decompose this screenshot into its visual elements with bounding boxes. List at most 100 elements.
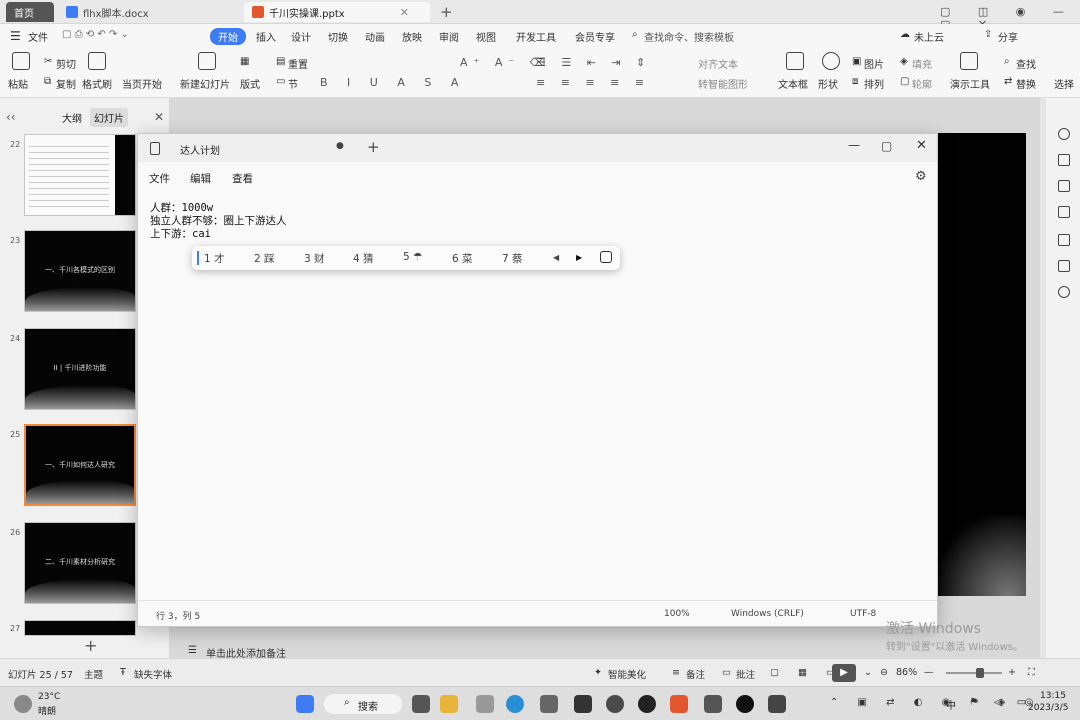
app-icon[interactable] bbox=[704, 695, 722, 713]
share-button[interactable]: 分享 bbox=[998, 29, 1018, 44]
section-button[interactable]: 节 bbox=[288, 76, 298, 91]
shape-button[interactable]: 形状 bbox=[818, 76, 838, 91]
add-slide-icon[interactable]: + bbox=[84, 636, 97, 655]
menu-developer[interactable]: 开发工具 bbox=[516, 29, 556, 44]
close-panel-icon[interactable]: ✕ bbox=[154, 110, 164, 124]
new-slide-icon[interactable] bbox=[198, 52, 216, 70]
tab-slides[interactable]: 幻灯片 bbox=[90, 108, 128, 127]
new-tab-icon[interactable]: + bbox=[440, 3, 453, 21]
pointer-icon[interactable] bbox=[1058, 180, 1070, 192]
presentation-tools-icon[interactable] bbox=[960, 52, 978, 70]
align-text-button[interactable]: 对齐文本 bbox=[698, 56, 738, 71]
collapse-panel-icon[interactable]: ‹‹ bbox=[6, 110, 16, 124]
maximize-icon[interactable]: ▢ bbox=[881, 139, 892, 153]
cut-button[interactable]: 剪切 bbox=[56, 56, 76, 71]
arrange-button[interactable]: 排列 bbox=[864, 76, 884, 91]
fill-button[interactable]: 填充 bbox=[912, 56, 932, 71]
chrome-icon[interactable] bbox=[606, 695, 624, 713]
font-style-icons[interactable]: B I U A S A bbox=[320, 76, 466, 89]
new-tab-icon[interactable]: + bbox=[367, 138, 380, 156]
zoom-slider[interactable] bbox=[946, 672, 1002, 674]
menu-review[interactable]: 审阅 bbox=[439, 29, 459, 44]
tab-outline[interactable]: 大纲 bbox=[62, 110, 82, 125]
notepad-menu-view[interactable]: 查看 bbox=[232, 171, 253, 186]
close-tab-icon[interactable]: ✕ bbox=[400, 6, 409, 19]
hamburger-icon[interactable]: ☰ bbox=[10, 29, 21, 43]
animation-icon[interactable] bbox=[1058, 128, 1070, 140]
picture-button[interactable]: 图片 bbox=[864, 56, 884, 71]
presentation-tools-button[interactable]: 演示工具 bbox=[950, 76, 990, 91]
zoom-slider-thumb[interactable] bbox=[976, 668, 984, 678]
notepad-taskbar-icon[interactable] bbox=[768, 695, 786, 713]
smart-art-button[interactable]: 转智能图形 bbox=[698, 76, 748, 91]
app-icon[interactable] bbox=[476, 695, 494, 713]
menu-animations[interactable]: 动画 bbox=[365, 29, 385, 44]
slide-thumbnail-23[interactable]: 一、千川各模式的区别 bbox=[24, 230, 136, 312]
notepad-menu-file[interactable]: 文件 bbox=[149, 171, 170, 186]
close-icon[interactable]: ✕ bbox=[916, 138, 927, 153]
select-button[interactable]: 选择 bbox=[1054, 76, 1074, 91]
settings-gear-icon[interactable]: ⚙ bbox=[915, 169, 927, 184]
settings-app-icon[interactable] bbox=[574, 695, 592, 713]
shape-icon[interactable] bbox=[822, 52, 840, 70]
file-explorer-icon[interactable] bbox=[440, 695, 458, 713]
clock-date[interactable]: 2023/3/5 bbox=[1028, 703, 1068, 713]
design-icon[interactable] bbox=[1058, 206, 1070, 218]
textbox-button[interactable]: 文本框 bbox=[778, 76, 808, 91]
play-from-current-button[interactable]: 当页开始 bbox=[122, 76, 162, 91]
edge-browser-icon[interactable] bbox=[506, 695, 524, 713]
wps-icon[interactable] bbox=[670, 695, 688, 713]
zoom-level[interactable]: 100% bbox=[664, 609, 690, 619]
zoom-minus-icon[interactable]: — bbox=[924, 667, 934, 678]
cloud-status[interactable]: 未上云 bbox=[914, 29, 944, 44]
zoom-level[interactable]: 86% bbox=[896, 667, 917, 678]
network-volume-battery-icons[interactable]: ◠ ◁ ▭ bbox=[970, 697, 1032, 708]
app-icon[interactable] bbox=[736, 695, 754, 713]
slide-thumbnail-27[interactable] bbox=[24, 620, 136, 636]
find-button[interactable]: 查找 bbox=[1016, 56, 1036, 71]
clock-time[interactable]: 13:15 bbox=[1040, 691, 1066, 701]
notepad-window[interactable]: 达人计划 ● + — ▢ ✕ 文件 编辑 查看 ⚙ 人群：1000w 独立人群不… bbox=[137, 133, 938, 627]
comments-button[interactable]: 批注 bbox=[736, 667, 755, 681]
ime-candidate-window[interactable]: 1 才 2 踩 3 财 4 猜 5 ☂ 6 菜 7 蔡 ◀ ▶ bbox=[192, 246, 620, 270]
slideshow-play-button[interactable]: ▶ bbox=[832, 664, 856, 682]
slide-thumbnail-25[interactable]: 一、千川如何达人研究 bbox=[24, 424, 136, 506]
tab-home[interactable]: 首页 bbox=[6, 2, 54, 22]
ime-candidate[interactable]: 5 ☂ bbox=[403, 251, 422, 263]
missing-font-button[interactable]: 缺失字体 bbox=[134, 667, 172, 681]
menu-design[interactable]: 设计 bbox=[291, 29, 311, 44]
theme-label[interactable]: 主题 bbox=[84, 667, 103, 681]
start-menu-icon[interactable] bbox=[296, 695, 314, 713]
list-icons[interactable]: ☰ ☰ ⇤ ⇥ ⇕ bbox=[536, 56, 651, 69]
outline-button[interactable]: 轮廓 bbox=[912, 76, 932, 91]
command-search-input[interactable]: 查找命令、搜索模板 bbox=[644, 29, 734, 44]
ime-candidate[interactable]: 1 才 bbox=[204, 251, 225, 266]
current-slide[interactable] bbox=[936, 133, 1026, 596]
beautify-button[interactable]: 智能美化 bbox=[608, 667, 646, 681]
menu-file[interactable]: 文件 bbox=[28, 29, 48, 44]
slide-thumbnail-26[interactable]: 二、千川素材分析研究 bbox=[24, 522, 136, 604]
zoom-dropdown-icon[interactable]: ⌄ bbox=[864, 667, 872, 678]
notes-toggle-button[interactable]: 备注 bbox=[686, 667, 705, 681]
properties-icon[interactable] bbox=[1058, 260, 1070, 272]
encoding[interactable]: UTF-8 bbox=[850, 609, 876, 619]
menu-slideshow[interactable]: 放映 bbox=[402, 29, 422, 44]
layout-button[interactable]: 版式 bbox=[240, 76, 260, 91]
tab-pptx[interactable]: 千川实操课.pptx ✕ bbox=[244, 2, 430, 22]
app-icon[interactable] bbox=[638, 695, 656, 713]
fit-to-window-icon[interactable]: ⛶ bbox=[1028, 667, 1035, 678]
menu-member[interactable]: 会员专享 bbox=[575, 29, 615, 44]
ime-candidate[interactable]: 3 财 bbox=[304, 251, 325, 266]
adjust-icon[interactable] bbox=[1058, 154, 1070, 166]
zoom-out-icon[interactable]: ⊖ bbox=[880, 667, 888, 678]
minimize-icon[interactable]: — bbox=[848, 138, 860, 152]
notepad-titlebar[interactable]: 达人计划 ● + — ▢ ✕ bbox=[138, 134, 937, 162]
line-ending[interactable]: Windows (CRLF) bbox=[731, 609, 804, 619]
slide-thumbnail-22[interactable] bbox=[24, 134, 136, 216]
paste-button[interactable]: 粘贴 bbox=[8, 76, 28, 91]
next-page-icon[interactable]: ▶ bbox=[576, 253, 582, 262]
alignment-icons[interactable]: ≡ ≡ ≡ ≡ ≡ bbox=[536, 76, 650, 89]
reset-button[interactable]: 重置 bbox=[288, 56, 308, 71]
ime-language[interactable]: 中 bbox=[946, 697, 956, 712]
ime-candidate[interactable]: 4 猜 bbox=[353, 251, 374, 266]
